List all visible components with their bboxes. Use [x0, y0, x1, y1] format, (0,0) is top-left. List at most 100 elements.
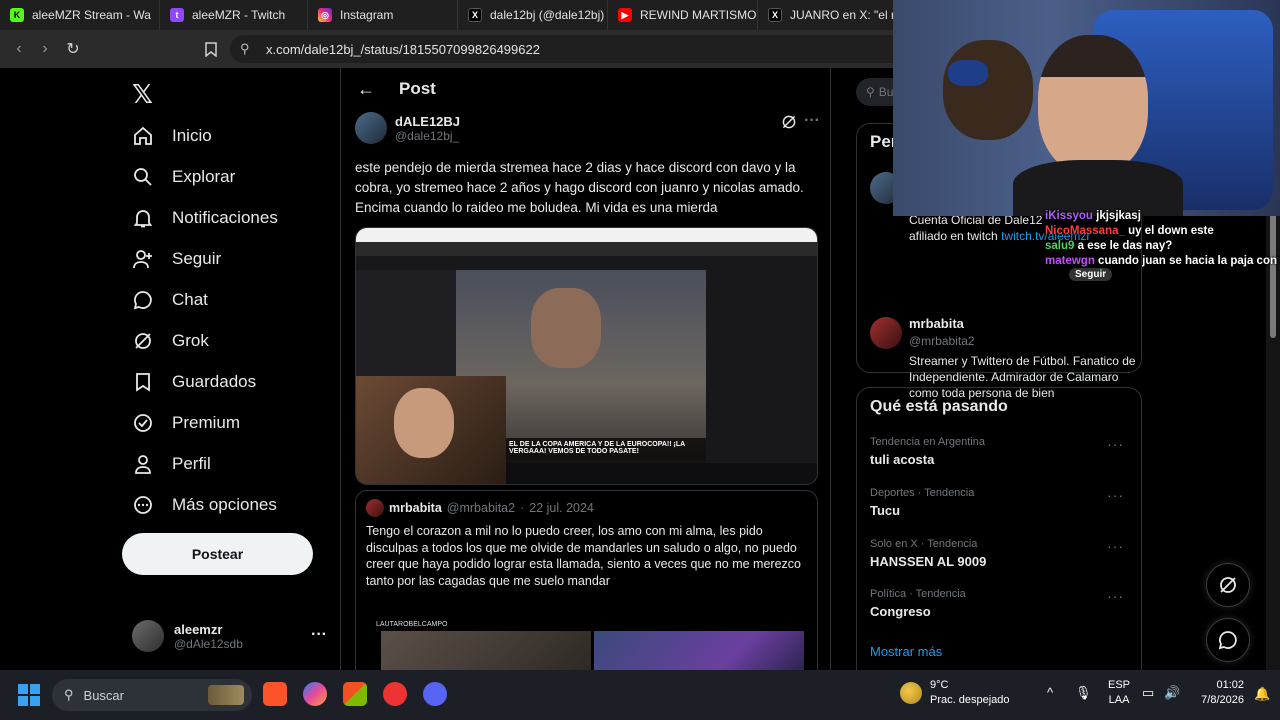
chat-user: matewgn [1045, 255, 1095, 267]
nav-inicio[interactable]: Inicio [132, 118, 212, 154]
volume-icon[interactable]: 🔊 [1164, 685, 1180, 701]
bookmark-page-icon[interactable] [198, 36, 224, 62]
author-handle: @dale12bj_ [395, 128, 460, 143]
nav-premium[interactable]: Premium [132, 405, 240, 441]
media-browser-bar [356, 228, 817, 242]
trend-item[interactable]: Tendencia en Argentina tuli acosta ··· [870, 436, 1130, 467]
grok-icon[interactable] [781, 114, 797, 135]
more-dots-icon[interactable]: ··· [311, 626, 327, 644]
trend-meta: Tendencia en Argentina [870, 436, 985, 448]
chat-float-button[interactable] [1206, 618, 1250, 662]
nav-notificaciones[interactable]: Notificaciones [132, 200, 278, 236]
browser-tab[interactable]: t aleeMZR - Twitch [160, 0, 308, 30]
obs-icon[interactable] [383, 682, 407, 706]
discord-icon[interactable] [423, 682, 447, 706]
more-dots-icon[interactable]: ··· [1107, 436, 1124, 452]
store-icon[interactable] [343, 682, 367, 706]
trend-item[interactable]: Solo en X · Tendencia HANSSEN AL 9009 ··… [870, 538, 1130, 569]
quote-text: Tengo el corazon a mil no lo puedo creer… [366, 524, 801, 588]
search-icon: ⚲ [866, 85, 875, 99]
chat-message: matewgn cuando juan se hacia la paja con… [1045, 255, 1280, 267]
post-button[interactable]: Postear [122, 533, 313, 575]
youtube-icon: ▶ [618, 8, 632, 22]
home-icon [132, 125, 154, 147]
nav-chat[interactable]: Chat [132, 282, 208, 318]
browser-tab[interactable]: ▶ REWIND MARTISMO [608, 0, 758, 30]
weather-widget[interactable]: 9°C Prac. despejado [930, 678, 1010, 708]
nav-explorar[interactable]: Explorar [132, 159, 235, 195]
avatar[interactable] [870, 317, 902, 349]
language-indicator[interactable]: ESP LAA [1108, 678, 1130, 708]
chevron-up-icon[interactable]: ^ [1047, 685, 1053, 700]
kick-icon: K [10, 8, 24, 22]
windows-start-icon[interactable] [18, 684, 40, 706]
more-dots-icon[interactable]: ··· [1107, 487, 1124, 503]
show-more-link[interactable]: Mostrar más [870, 644, 942, 659]
plush-monkey [943, 40, 1033, 140]
plush-shirt [948, 60, 988, 86]
chat-text: jkjsjkasj [1096, 210, 1141, 222]
nav-guardados[interactable]: Guardados [132, 364, 256, 400]
separator-dot: · [520, 501, 525, 515]
microphone-icon[interactable]: 🎙 [1075, 685, 1092, 701]
grok-float-button[interactable] [1206, 563, 1250, 607]
brave-browser-icon[interactable] [263, 682, 287, 706]
tab-label: Instagram [340, 8, 394, 22]
more-dots-icon[interactable]: ··· [1107, 538, 1124, 554]
browser-tab[interactable]: X JUANRO en X: "el má [758, 0, 898, 30]
weather-icon[interactable] [900, 682, 922, 704]
person-name[interactable]: mrbabita [909, 316, 964, 331]
more-dots-icon[interactable]: ··· [804, 112, 820, 130]
nav-perfil[interactable]: Perfil [132, 446, 211, 482]
search-highlight-icon [208, 685, 244, 705]
search-icon [132, 166, 154, 188]
notification-bell-icon[interactable]: 🔔 [1254, 686, 1270, 702]
tab-label: aleeMZR - Twitch [192, 8, 286, 22]
nav-label: Notificaciones [172, 208, 278, 227]
trend-name: Tucu [870, 503, 901, 518]
avatar [355, 112, 387, 144]
chat-user: NicoMassana_ [1045, 225, 1125, 237]
back-arrow-icon[interactable]: ← [357, 79, 375, 100]
chat-message: salu9 a ese le das nay? [1045, 240, 1280, 252]
weather-desc: Prac. despejado [930, 694, 1010, 706]
post-author[interactable]: dALE12BJ @dale12bj_ [355, 112, 460, 144]
nav-grok[interactable]: Grok [132, 323, 209, 359]
media-caption: EL DE LA COPA AMERICA Y DE LA EUROCOPA!!… [506, 438, 706, 460]
browser-tab[interactable]: X dale12bj (@dale12bj) [458, 0, 608, 30]
quoted-tweet[interactable]: mrbabita @mrbabita2 · 22 jul. 2024 Tengo… [355, 490, 818, 680]
streamer-face [1038, 35, 1148, 175]
taskbar-search[interactable]: ⚲ Buscar [52, 679, 252, 711]
twitch-icon: t [170, 8, 184, 22]
post-header: ← Post [341, 68, 830, 110]
trend-name: HANSSEN AL 9009 [870, 554, 987, 569]
trend-item[interactable]: Deportes · Tendencia Tucu ··· [870, 487, 1130, 518]
trend-name: tuli acosta [870, 452, 935, 467]
trend-meta: Deportes · Tendencia [870, 487, 975, 499]
follow-badge: Seguir [1069, 268, 1113, 281]
site-settings-icon[interactable]: ⚲ [240, 41, 250, 57]
tweet-media[interactable]: EL DE LA COPA AMERICA Y DE LA EUROCOPA!!… [355, 227, 818, 485]
instagram-icon: ◎ [318, 8, 332, 22]
browser-tab[interactable]: K aleeMZR Stream - Wa [0, 0, 160, 30]
copilot-icon[interactable] [303, 682, 327, 706]
more-dots-icon[interactable]: ··· [1107, 588, 1124, 604]
forward-icon[interactable]: › [32, 36, 58, 62]
nav-label: Chat [172, 290, 208, 309]
chat-text: cuando juan se hacia la paja con ese [1098, 255, 1280, 267]
clock[interactable]: 01:02 7/8/2026 [1196, 678, 1244, 708]
account-switcher[interactable]: aleemzr @dAle12sdb ··· [132, 616, 327, 656]
nav-mas-opciones[interactable]: Más opciones [132, 487, 277, 523]
reload-icon[interactable]: ↻ [60, 36, 86, 62]
trend-item[interactable]: Política · Tendencia Congreso ··· [870, 588, 1130, 619]
person-handle: @mrbabita2 [909, 334, 975, 348]
back-icon[interactable]: ‹ [6, 36, 32, 62]
nav-label: Inicio [172, 126, 212, 145]
url-text: x.com/dale12bj_/status/18155070998264996… [266, 41, 540, 57]
tab-label: REWIND MARTISMO [640, 8, 757, 22]
nav-seguir[interactable]: Seguir [132, 241, 221, 277]
browser-tab[interactable]: ◎ Instagram [308, 0, 458, 30]
x-logo[interactable]: 𝕏 [132, 80, 153, 110]
network-icon[interactable]: ▭ [1142, 685, 1154, 701]
media-twitch-topbar [356, 256, 817, 270]
